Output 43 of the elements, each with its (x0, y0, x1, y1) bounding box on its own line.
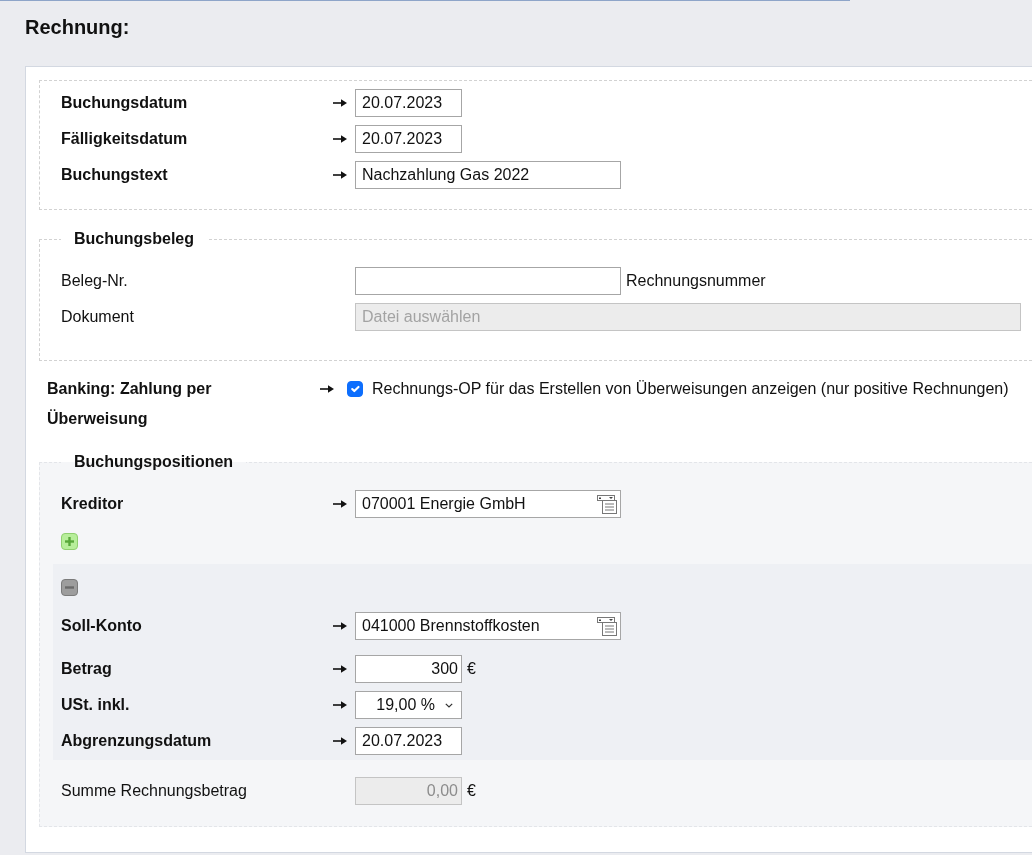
date-field[interactable]: 20.07.2023 (355, 89, 462, 117)
text-field[interactable]: Nachzahlung Gas 2022 (355, 161, 621, 189)
arrow-icon (333, 170, 347, 180)
field-label: Soll-Konto (61, 616, 143, 636)
arrow-icon (333, 98, 347, 108)
arrow-icon (333, 664, 347, 674)
arrow-icon (333, 700, 347, 710)
field-label: Beleg-Nr. (61, 271, 129, 291)
date-field[interactable]: 20.07.2023 (355, 125, 462, 153)
chevron-icon (445, 702, 453, 708)
section-title: Buchungspositionen (73, 452, 235, 472)
arrow-icon (333, 621, 347, 631)
amount-field[interactable]: 300 (355, 655, 462, 683)
field-label: Buchungstext (61, 165, 169, 185)
list-icon[interactable] (597, 616, 617, 636)
field-label: Abgrenzungsdatum (61, 731, 213, 751)
dropdown[interactable]: 19,00 % (355, 691, 462, 719)
list-icon[interactable] (597, 494, 617, 514)
field-label: USt. inkl. (61, 695, 131, 715)
checkbox[interactable] (347, 381, 363, 397)
field-label: Banking: Zahlung per Überweisung (47, 379, 213, 429)
currency-symbol: € (467, 659, 476, 679)
minus-icon[interactable] (61, 579, 78, 596)
arrow-icon (333, 499, 347, 509)
section-title: Buchungsbeleg (73, 229, 195, 249)
field-label: Betrag (61, 659, 113, 679)
field-label: Kreditor (61, 494, 125, 514)
arrow-icon (333, 134, 347, 144)
lookup-field[interactable]: 041000 Brennstoffkosten (355, 612, 621, 640)
field-label: Dokument (61, 307, 135, 327)
field-hint: Rechnungsnummer (626, 271, 766, 291)
currency-symbol: € (467, 781, 476, 801)
date-field[interactable]: 20.07.2023 (355, 727, 462, 755)
text-field[interactable] (355, 267, 621, 295)
field-label: Buchungsdatum (61, 93, 189, 113)
arrow-icon (320, 384, 334, 394)
checkbox-label: Rechnungs-OP für das Erstellen von Überweisungen anzeigen (nur positive Rechnungen) (372, 379, 1009, 399)
plus-icon[interactable] (61, 533, 78, 550)
field-label: Summe Rechnungsbetrag (61, 781, 248, 801)
arrow-icon (333, 736, 347, 746)
field-label: Fälligkeitsdatum (61, 129, 189, 149)
lookup-field[interactable]: 070001 Energie GmbH (355, 490, 621, 518)
page-title: Rechnung: (25, 15, 131, 39)
